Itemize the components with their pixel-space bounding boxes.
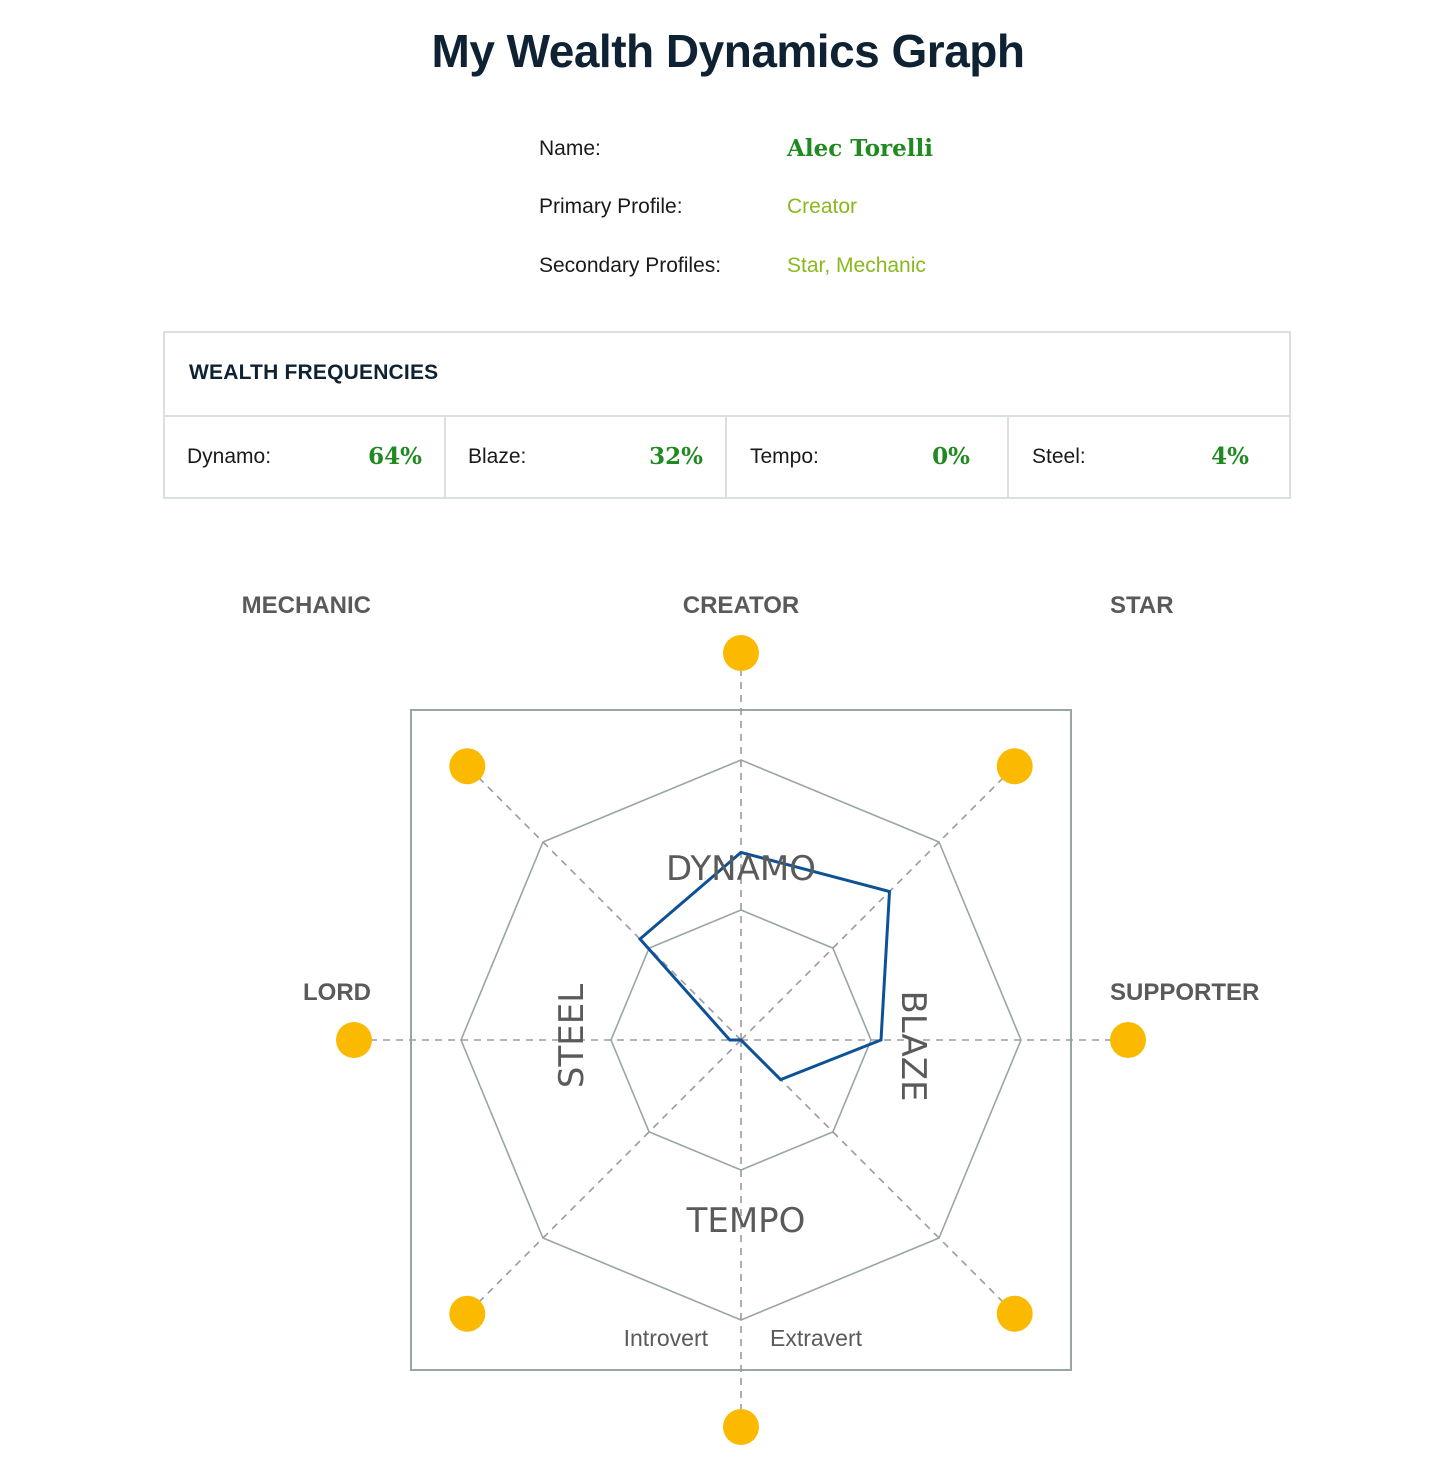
frequency-percent: 32% <box>649 443 703 470</box>
radar-axis-line <box>466 1039 742 1315</box>
primary-profile-label: Primary Profile: <box>539 195 683 218</box>
page-title: My Wealth Dynamics Graph <box>431 25 1026 77</box>
profile-marker-dot <box>996 1295 1033 1332</box>
frequency-label-tempo: TEMPO <box>686 1201 806 1241</box>
profile-label-supporter: SUPPORTER <box>1110 979 1259 1006</box>
frequency-cell-steel: Steel: 4% <box>1010 417 1291 499</box>
frequency-cell-tempo: Tempo: 0% <box>728 417 1009 499</box>
radar-axis-line <box>466 765 742 1041</box>
profile-label-mechanic: MECHANIC <box>242 592 371 619</box>
profile-marker-dot <box>723 1409 759 1445</box>
profile-label-creator: CREATOR <box>683 592 799 619</box>
profile-marker-dot <box>723 635 759 671</box>
wealth-frequencies-header: WEALTH FREQUENCIES <box>165 333 1289 417</box>
frequency-percent: 64% <box>368 443 422 470</box>
profile-marker-dot <box>449 1295 486 1332</box>
radar-axis-line <box>740 1039 1016 1315</box>
frequency-label-dynamo: DYNAMO <box>666 849 816 889</box>
frequency-label-steel: STEEL <box>552 984 592 1088</box>
profile-marker-dot <box>336 1022 372 1058</box>
profile-marker-dot <box>449 748 486 785</box>
frequency-label-blaze: BLAZE <box>893 990 933 1101</box>
profile-label-star: STAR <box>1110 592 1174 619</box>
wealth-frequencies-title: WEALTH FREQUENCIES <box>189 361 439 384</box>
axis-label-introvert: Introvert <box>624 1325 709 1351</box>
wealth-dynamics-radar-chart: CREATOR STAR SUPPORTER LORD MECHANIC DYNAMO BL… <box>242 592 1259 1445</box>
frequency-label: Dynamo: <box>187 445 272 468</box>
frequency-label: Tempo: <box>750 445 819 468</box>
frequency-percent: 0% <box>932 443 970 470</box>
frequency-label: Steel: <box>1032 445 1086 468</box>
axis-label-extravert: Extravert <box>770 1325 863 1351</box>
name-value: Alec Torelli <box>787 135 934 162</box>
frequency-cell-dynamo: Dynamo: 64% <box>165 417 446 499</box>
frequency-cell-blaze: Blaze: 32% <box>446 417 727 499</box>
name-label: Name: <box>539 137 601 160</box>
radar-axis-line <box>740 765 1016 1041</box>
profile-marker-dot <box>1110 1022 1146 1058</box>
frequency-label: Blaze: <box>468 445 527 468</box>
primary-profile-value: Creator <box>787 195 858 218</box>
secondary-profiles-label: Secondary Profiles: <box>539 254 722 277</box>
profile-marker-dot <box>996 748 1033 785</box>
wealth-frequencies-panel: WEALTH FREQUENCIES Dynamo: 64% Blaze: 32… <box>163 331 1291 499</box>
frequency-percent: 4% <box>1211 443 1249 470</box>
profile-label-lord: LORD <box>303 979 371 1006</box>
secondary-profiles-value: Star, Mechanic <box>787 254 926 277</box>
